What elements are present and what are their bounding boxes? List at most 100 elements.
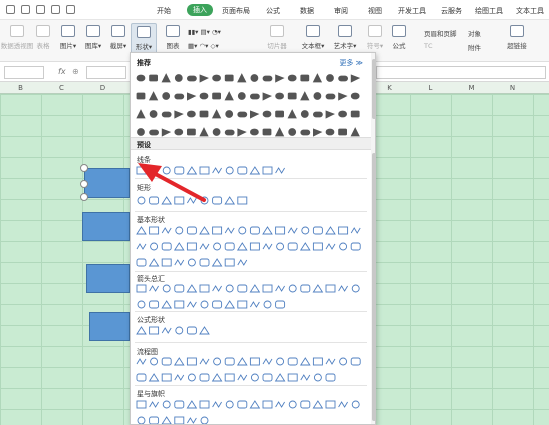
shape-glyph[interactable] [136, 226, 147, 235]
shape-glyph[interactable] [224, 91, 234, 101]
shape-glyph[interactable] [262, 284, 273, 293]
shape-glyph[interactable] [326, 74, 334, 82]
tab-formulas[interactable]: 公式 [266, 6, 280, 16]
shape-glyph[interactable] [350, 227, 361, 234]
shape-glyph[interactable] [300, 110, 309, 118]
shape-glyph[interactable] [249, 226, 260, 235]
shape-glyph[interactable] [212, 74, 221, 82]
shape-glyph[interactable] [199, 226, 210, 235]
shape-glyph[interactable] [350, 127, 360, 137]
shape-glyph[interactable] [224, 129, 235, 136]
shape-glyph[interactable] [213, 242, 222, 251]
shape-glyph[interactable] [249, 357, 260, 366]
shape-glyph[interactable] [186, 284, 198, 293]
shape-glyph[interactable] [173, 242, 185, 251]
shape-glyph[interactable] [213, 357, 222, 366]
shape-glyph[interactable] [237, 111, 248, 118]
shape-glyph[interactable] [187, 75, 197, 82]
shape-glyph[interactable] [136, 358, 147, 365]
shape-glyph[interactable] [224, 227, 235, 234]
formula-input[interactable] [86, 66, 126, 79]
shape-glyph[interactable] [339, 357, 348, 366]
shape-glyph[interactable] [199, 127, 209, 137]
shape-glyph[interactable] [211, 258, 223, 267]
shape-glyph[interactable] [224, 74, 234, 82]
tab-view[interactable]: 视图 [368, 6, 382, 16]
shape-glyph[interactable] [161, 373, 172, 382]
shape-glyph[interactable] [287, 227, 298, 234]
slicer-button[interactable]: 切片器 [262, 23, 292, 50]
shape-glyph[interactable] [136, 166, 147, 175]
shape-glyph[interactable] [237, 374, 248, 381]
formula-input-right[interactable] [376, 66, 546, 79]
shape-glyph[interactable] [174, 128, 184, 136]
shape-glyph[interactable] [200, 196, 209, 205]
tab-data[interactable]: 数据 [300, 6, 314, 16]
shape-glyph[interactable] [175, 226, 184, 235]
screenshot-button[interactable]: 截屏▾ [105, 23, 131, 50]
tab-drawing-tools[interactable]: 绘图工具 [475, 6, 503, 16]
shape-glyph[interactable] [174, 300, 185, 309]
shape-glyph[interactable] [199, 400, 210, 409]
shape-glyph[interactable] [249, 284, 261, 293]
shape-glyph[interactable] [199, 373, 210, 382]
shape-glyph[interactable] [288, 284, 297, 293]
shape-glyph[interactable] [287, 357, 298, 366]
tab-page-layout[interactable]: 页面布局 [222, 6, 250, 16]
column-header-l[interactable]: L [410, 84, 451, 92]
shape-glyph[interactable] [161, 73, 171, 83]
shape-glyph[interactable] [338, 226, 349, 235]
shape-glyph[interactable] [161, 258, 172, 267]
shape-glyph[interactable] [338, 75, 349, 82]
shape-glyph[interactable] [350, 110, 360, 118]
column-header-c[interactable]: C [41, 84, 82, 92]
panel-scrollbar[interactable] [371, 53, 375, 424]
shape-glyph[interactable] [236, 357, 248, 366]
chart-type-icons-row1[interactable]: ▮▮▾ ▤▾ ◔▾ [188, 28, 221, 36]
shape-glyph[interactable] [275, 401, 285, 408]
selection-handle[interactable] [80, 180, 88, 188]
shape-glyph[interactable] [262, 243, 273, 250]
column-header-m[interactable]: M [451, 84, 492, 92]
shape-glyph[interactable] [161, 327, 172, 334]
shape-glyph[interactable] [200, 300, 209, 309]
shape-glyph[interactable] [162, 92, 171, 100]
shape-glyph[interactable] [224, 357, 235, 366]
shape-glyph[interactable] [199, 284, 210, 293]
textbox-button[interactable]: 文本框▾ [298, 23, 328, 50]
shape-glyph[interactable] [199, 326, 210, 335]
shape-glyph[interactable] [325, 284, 336, 293]
shape-glyph[interactable] [325, 373, 336, 382]
fx-icon[interactable]: fx [58, 67, 66, 76]
pivot-chart-button[interactable]: 数据透视图 [0, 23, 34, 50]
shape-glyph[interactable] [149, 167, 159, 174]
tab-developer[interactable]: 开发工具 [398, 6, 426, 16]
shape-glyph[interactable] [325, 243, 336, 250]
shape-glyph[interactable] [136, 284, 147, 293]
shape-glyph[interactable] [186, 357, 197, 366]
shape-glyph[interactable] [339, 242, 348, 251]
shape-glyph[interactable] [148, 258, 160, 267]
shape-glyph[interactable] [237, 400, 248, 409]
shape-glyph[interactable] [136, 326, 147, 335]
shape-glyph[interactable] [338, 401, 348, 408]
shape-glyph[interactable] [288, 400, 297, 409]
shape-glyph[interactable] [224, 242, 235, 251]
shape-glyph[interactable] [300, 129, 311, 136]
shape-glyph[interactable] [225, 110, 234, 118]
tab-text-tools[interactable]: 文本工具 [516, 6, 544, 16]
shape-glyph[interactable] [300, 91, 310, 101]
shape-glyph[interactable] [161, 111, 172, 118]
shape-glyph[interactable] [325, 400, 336, 409]
shape-glyph[interactable] [149, 110, 158, 118]
shape-glyph[interactable] [199, 92, 209, 100]
shape-glyph[interactable] [300, 284, 311, 293]
chart-type-icons-row2[interactable]: ▦▾ ◠▾ ◇▾ [188, 42, 219, 50]
shape-glyph[interactable] [162, 400, 171, 409]
shape-glyph[interactable] [174, 196, 185, 205]
shape-glyph[interactable] [149, 74, 159, 82]
shape-glyph[interactable] [287, 109, 297, 119]
shape-glyph[interactable] [275, 285, 285, 292]
shape-glyph[interactable] [200, 416, 209, 424]
shape-glyph[interactable] [250, 128, 259, 136]
